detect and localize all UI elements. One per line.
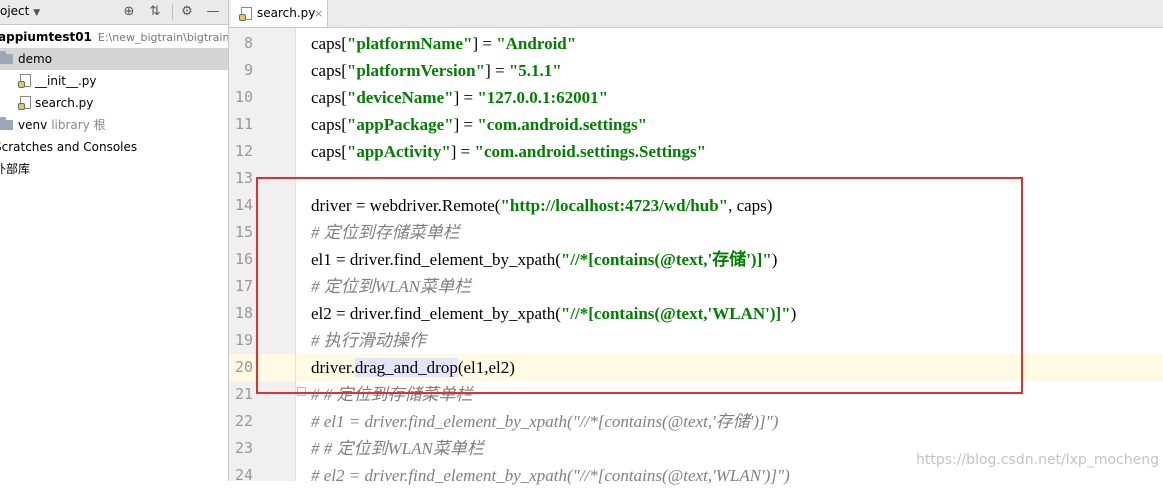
gear-icon[interactable]: ⚙ bbox=[178, 3, 196, 21]
library-root-label: library 根 bbox=[51, 118, 106, 132]
line-number: 21 bbox=[234, 385, 253, 403]
code-line[interactable]: caps["appPackage"] = "com.android.settin… bbox=[311, 111, 647, 138]
tab-search-py[interactable]: search.py × bbox=[231, 0, 328, 27]
project-path: E:\new_bigtrain\bigtrain-1_v bbox=[97, 31, 229, 44]
python-file-icon bbox=[18, 96, 31, 110]
line-number: 11 bbox=[234, 115, 253, 133]
collapse-all-icon[interactable]: ⇅ bbox=[146, 3, 164, 21]
code-text: caps[ bbox=[311, 142, 347, 161]
project-view-selector[interactable]: oject ▼ bbox=[0, 4, 40, 18]
code-text: caps[ bbox=[311, 34, 347, 53]
code-text: ] = bbox=[450, 142, 475, 161]
project-toolbar: oject ▼ ⊕ ⇅ ⚙ — bbox=[0, 0, 228, 25]
annotation-highlight-box bbox=[256, 177, 1023, 394]
tree-item-venv[interactable]: venv library 根 bbox=[0, 114, 228, 136]
line-number: 20 bbox=[234, 358, 253, 376]
code-text: caps[ bbox=[311, 61, 347, 80]
string-literal: "platformVersion" bbox=[346, 61, 486, 80]
code-comment[interactable]: # el2 = driver.find_element_by_xpath("//… bbox=[311, 462, 790, 489]
line-number: 18 bbox=[234, 304, 253, 322]
line-number: 23 bbox=[234, 439, 253, 457]
line-number: 17 bbox=[234, 277, 253, 295]
chevron-down-icon: ▼ bbox=[33, 8, 41, 18]
string-literal: "5.1.1" bbox=[508, 61, 562, 80]
folder-icon bbox=[0, 51, 13, 64]
locate-target-icon[interactable]: ⊕ bbox=[120, 3, 138, 21]
editor-tab-bar: search.py × bbox=[229, 0, 1163, 28]
project-panel: oject ▼ ⊕ ⇅ ⚙ — appiumtest01 E:\new_bigtr… bbox=[0, 0, 229, 481]
string-literal: "platformName" bbox=[346, 34, 473, 53]
code-line[interactable]: caps["platformName"] = "Android" bbox=[311, 30, 576, 57]
tree-item-external-libraries[interactable]: 外部库 bbox=[0, 158, 222, 180]
line-number: 9 bbox=[243, 61, 253, 79]
tree-item-label: demo bbox=[18, 52, 53, 66]
string-literal: "com.android.settings" bbox=[477, 115, 648, 134]
string-literal: "127.0.0.1:62001" bbox=[477, 88, 609, 107]
string-literal: "appPackage" bbox=[346, 115, 454, 134]
string-literal: "com.android.settings.Settings" bbox=[474, 142, 707, 161]
line-number: 12 bbox=[234, 142, 253, 160]
line-number: 10 bbox=[234, 88, 253, 106]
code-line[interactable]: caps["platformVersion"] = "5.1.1" bbox=[311, 57, 562, 84]
tree-item-label: search.py bbox=[35, 96, 94, 110]
tree-item-label: appiumtest01 bbox=[0, 30, 92, 44]
folder-icon bbox=[0, 117, 13, 130]
code-text: caps[ bbox=[311, 88, 347, 107]
tree-item-search-py[interactable]: search.py bbox=[0, 92, 228, 114]
tree-item-label: venv bbox=[18, 118, 48, 132]
line-number: 15 bbox=[234, 223, 253, 241]
tree-item-label: Scratches and Consoles bbox=[0, 140, 138, 154]
close-icon[interactable]: × bbox=[314, 0, 323, 27]
code-text: ] = bbox=[485, 61, 509, 80]
toolbar-divider bbox=[172, 4, 173, 20]
string-literal: "deviceName" bbox=[346, 88, 454, 107]
string-literal: "appActivity" bbox=[346, 142, 451, 161]
code-text: ] = bbox=[453, 115, 478, 134]
tab-label: search.py bbox=[257, 6, 316, 20]
line-number: 22 bbox=[234, 412, 253, 430]
line-number: 13 bbox=[234, 169, 253, 187]
line-number: 14 bbox=[234, 196, 253, 214]
code-text: caps[ bbox=[311, 115, 347, 134]
tree-item-project-root[interactable]: appiumtest01 E:\new_bigtrain\bigtrain-1_v bbox=[0, 26, 229, 48]
minimize-icon[interactable]: — bbox=[204, 3, 222, 21]
line-number: 16 bbox=[234, 250, 253, 268]
code-text: ] = bbox=[472, 34, 497, 53]
python-file-icon bbox=[239, 7, 252, 21]
code-line[interactable]: caps["deviceName"] = "127.0.0.1:62001" bbox=[311, 84, 608, 111]
project-title: oject bbox=[0, 4, 30, 18]
watermark: https://blog.csdn.net/lxp_mocheng bbox=[916, 452, 1159, 468]
tree-item-init-py[interactable]: __init__.py bbox=[0, 70, 228, 92]
tree-item-label: 外部库 bbox=[0, 162, 31, 176]
code-comment[interactable]: # el1 = driver.find_element_by_xpath("//… bbox=[311, 408, 778, 435]
line-number: 24 bbox=[234, 466, 253, 484]
tree-item-scratches[interactable]: Scratches and Consoles bbox=[0, 136, 222, 158]
code-line[interactable]: caps["appActivity"] = "com.android.setti… bbox=[311, 138, 706, 165]
code-comment[interactable]: # # 定位到WLAN菜单栏 bbox=[311, 435, 484, 462]
tree-item-label: __init__.py bbox=[35, 74, 97, 88]
line-number: 8 bbox=[243, 34, 253, 52]
python-file-icon bbox=[18, 74, 31, 88]
line-number: 19 bbox=[234, 331, 253, 349]
code-text: ] = bbox=[453, 88, 478, 107]
string-literal: "Android" bbox=[496, 34, 577, 53]
tree-item-demo[interactable]: demo bbox=[0, 48, 228, 70]
